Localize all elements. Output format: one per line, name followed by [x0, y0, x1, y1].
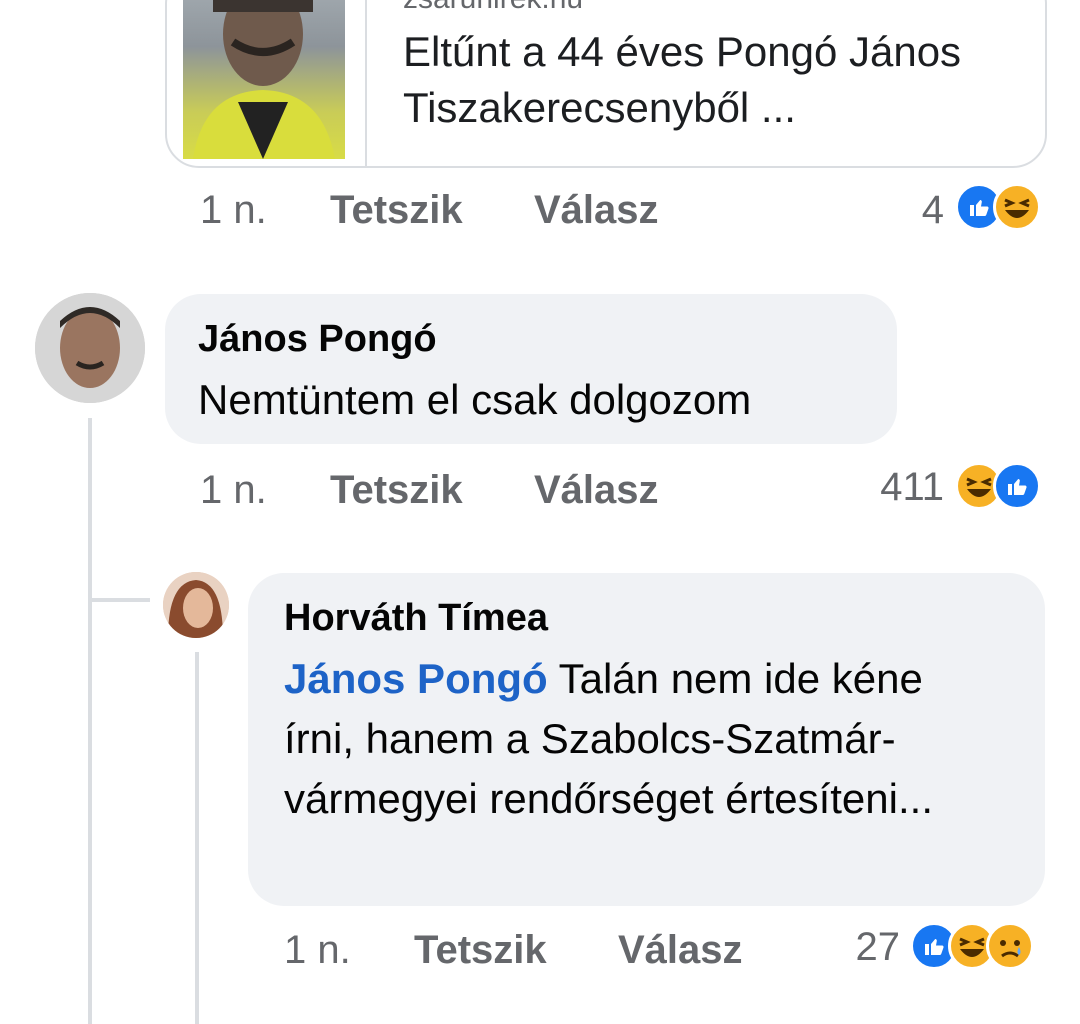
- post-like-button[interactable]: Tetszik: [330, 188, 463, 233]
- link-domain: zsaruhirek.hu: [403, 0, 583, 16]
- sad-icon: [986, 922, 1034, 970]
- comment1-bubble: János Pongó Nemtüntem el csak dolgozom: [165, 294, 897, 444]
- link-title[interactable]: Eltűnt a 44 éves Pongó János Tiszakerecs…: [403, 24, 1023, 136]
- comment1-like-button[interactable]: Tetszik: [330, 468, 463, 513]
- reply-thread-line: [195, 652, 199, 1024]
- comment1-author[interactable]: János Pongó: [198, 318, 437, 361]
- comment1-reaction-count[interactable]: 411: [840, 465, 944, 510]
- comment1-text: Nemtüntem el csak dolgozom: [198, 376, 752, 423]
- link-preview-card[interactable]: zsaruhirek.hu Eltűnt a 44 éves Pongó Ján…: [165, 0, 1047, 168]
- post-reaction-count[interactable]: 4: [880, 188, 944, 233]
- comment2-reaction-count[interactable]: 27: [834, 925, 901, 970]
- link-card-divider: [365, 0, 367, 166]
- comment2-timestamp[interactable]: 1 n.: [284, 928, 351, 973]
- like-icon: [993, 462, 1041, 510]
- haha-icon: [993, 183, 1041, 231]
- comment2-reply-button[interactable]: Válasz: [618, 928, 743, 973]
- link-thumbnail-image: [183, 0, 345, 159]
- comment2-mention[interactable]: János Pongó: [284, 655, 548, 702]
- comment2-author[interactable]: Horváth Tímea: [284, 597, 548, 640]
- comment2-like-button[interactable]: Tetszik: [414, 928, 547, 973]
- thread-branch: [88, 598, 150, 602]
- comment2-avatar[interactable]: [163, 572, 229, 638]
- thread-line: [88, 418, 92, 1024]
- post-reactions[interactable]: [955, 183, 1041, 231]
- post-timestamp[interactable]: 1 n.: [200, 188, 267, 233]
- comment1-avatar[interactable]: [35, 293, 145, 403]
- post-reply-button[interactable]: Válasz: [534, 188, 659, 233]
- comment1-timestamp[interactable]: 1 n.: [200, 468, 267, 513]
- comment2-text-block: János Pongó Talán nem ide kéne írni, han…: [284, 649, 974, 829]
- comment2-reactions[interactable]: [910, 922, 1034, 970]
- comment1-reply-button[interactable]: Válasz: [534, 468, 659, 513]
- comment1-reactions[interactable]: [955, 462, 1041, 510]
- comment2-bubble: Horváth Tímea János Pongó Talán nem ide …: [248, 573, 1045, 906]
